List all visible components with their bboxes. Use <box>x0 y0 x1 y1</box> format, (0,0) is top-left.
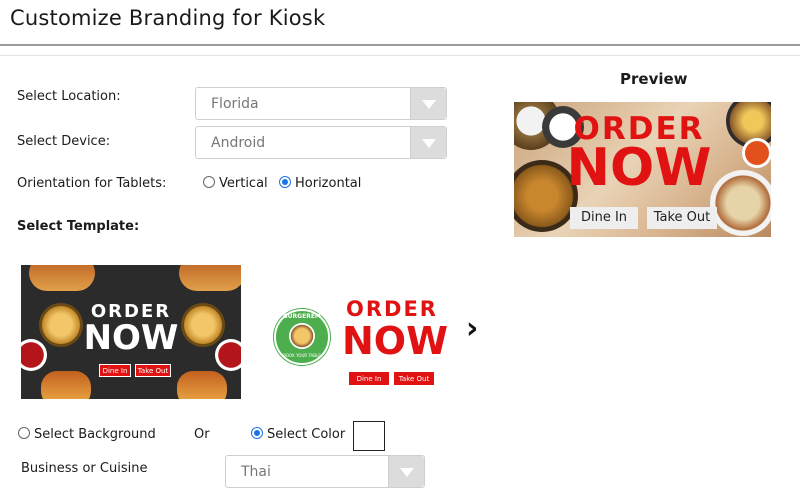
food-image <box>177 371 227 399</box>
chevron-right-icon[interactable]: › <box>466 314 482 344</box>
preview-banner: ORDER NOW Dine In Take Out <box>514 102 771 237</box>
cuisine-label: Business or Cuisine <box>21 461 148 476</box>
location-select[interactable]: Florida <box>195 87 447 120</box>
template-1-take-out-button: Take Out <box>135 364 171 377</box>
cuisine-select[interactable]: Thai <box>225 455 425 488</box>
select-background-radio[interactable] <box>18 427 30 439</box>
orientation-label: Orientation for Tablets: <box>17 176 167 191</box>
page-header: Customize Branding for Kiosk <box>0 0 800 46</box>
chevron-down-icon[interactable] <box>410 88 446 119</box>
logo-text: BURGEREM <box>283 313 321 320</box>
dish-image <box>710 170 771 236</box>
template-label: Select Template: <box>17 219 140 234</box>
hotdog-image <box>179 265 241 291</box>
horizontal-radio-label[interactable]: Horizontal <box>295 176 361 191</box>
template-1-thumbnail[interactable]: ORDER NOW Dine In Take Out <box>21 265 241 399</box>
preview-title: Preview <box>620 70 688 88</box>
divider <box>0 55 800 56</box>
chevron-down-icon[interactable] <box>388 456 424 487</box>
horizontal-radio[interactable] <box>279 176 291 188</box>
template-2-dine-in-button: Dine In <box>349 372 389 385</box>
preview-dine-in-button: Dine In <box>570 207 638 229</box>
vertical-radio-label[interactable]: Vertical <box>219 176 268 191</box>
chevron-down-icon[interactable] <box>410 127 446 158</box>
select-background-label[interactable]: Select Background <box>34 427 156 442</box>
dish-image <box>742 138 771 168</box>
color-swatch[interactable] <box>353 421 385 451</box>
logo-subtext: BOOK YOUR TABLE <box>283 353 321 358</box>
preview-take-out-button: Take Out <box>647 207 717 229</box>
vertical-radio[interactable] <box>203 176 215 188</box>
device-select[interactable]: Android <box>195 126 447 159</box>
burger-icon <box>289 323 315 349</box>
burger-image <box>181 303 225 347</box>
template-2-take-out-button: Take Out <box>394 372 434 385</box>
sauce-image <box>21 339 47 371</box>
template-1-dine-in-button: Dine In <box>99 364 131 377</box>
or-text: Or <box>194 427 210 442</box>
preview-now-text: NOW <box>566 138 712 198</box>
select-color-radio[interactable] <box>251 427 263 439</box>
page-title: Customize Branding for Kiosk <box>10 6 326 30</box>
device-label: Select Device: <box>17 134 111 149</box>
template-2-thumbnail[interactable]: BURGEREM BOOK YOUR TABLE ORDER NOW Dine … <box>252 265 472 399</box>
template-2-order-text: ORDER <box>346 297 438 321</box>
burger-image <box>39 303 83 347</box>
template-2-now-text: NOW <box>342 319 449 363</box>
select-color-label[interactable]: Select Color <box>267 427 345 442</box>
location-value: Florida <box>211 96 259 112</box>
location-label: Select Location: <box>17 89 121 104</box>
hotdog-image <box>29 265 95 291</box>
device-value: Android <box>211 135 266 151</box>
sauce-image <box>215 339 241 371</box>
template-1-now-text: NOW <box>83 318 179 358</box>
cuisine-value: Thai <box>241 464 271 480</box>
food-image <box>41 371 91 399</box>
